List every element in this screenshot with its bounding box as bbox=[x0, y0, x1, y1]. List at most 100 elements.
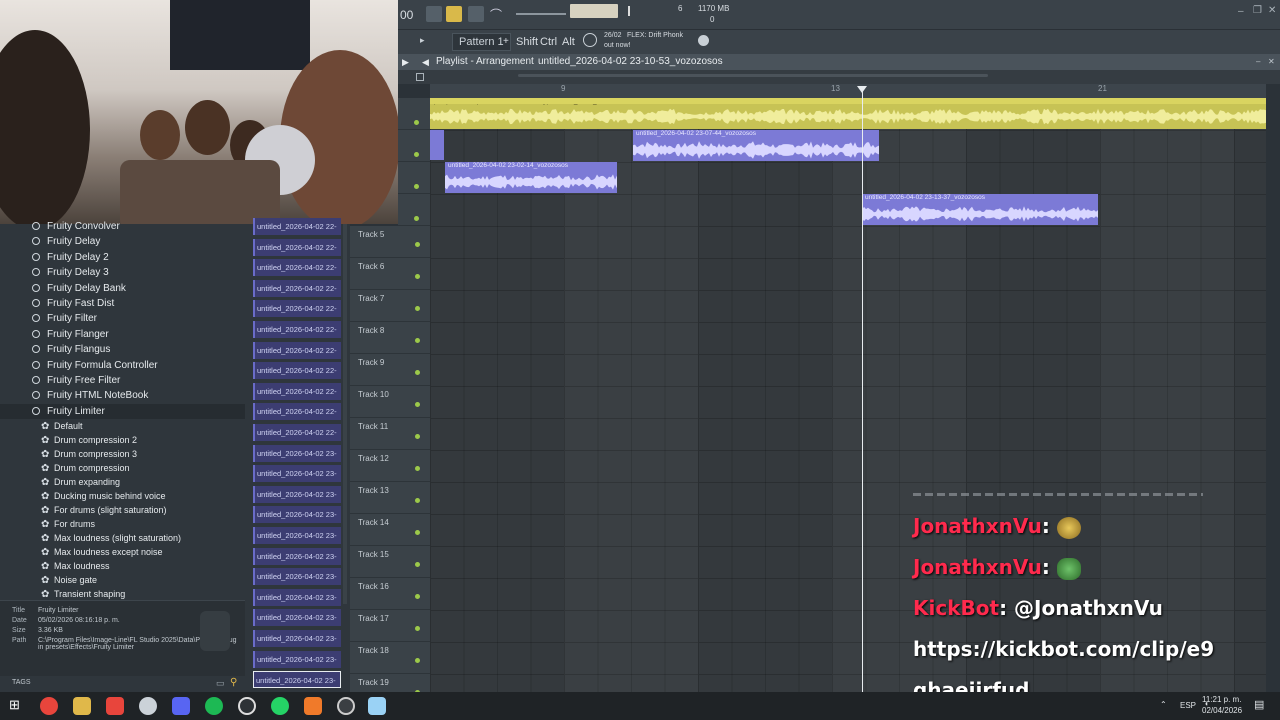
news-title[interactable]: FLEX: Drift Phonk bbox=[627, 32, 683, 39]
ctrl-key-button[interactable]: Ctrl bbox=[540, 36, 557, 48]
clip-source-item[interactable]: untitled_2026-04-02 23- bbox=[253, 527, 341, 544]
browser-plugin-item[interactable]: Fruity Convolver bbox=[0, 219, 245, 234]
browser-plugin-item[interactable]: Fruity Flangus bbox=[0, 342, 245, 357]
track-mute-led[interactable] bbox=[415, 562, 420, 567]
clip-source-item[interactable]: untitled_2026-04-02 22- bbox=[253, 382, 341, 400]
browser-plugin-item[interactable]: Fruity Limiter bbox=[0, 403, 245, 419]
clip-source-item[interactable]: untitled_2026-04-02 22- bbox=[253, 300, 341, 318]
browser-preset-item[interactable]: ✿ Ducking music behind voice bbox=[0, 489, 245, 503]
close-button[interactable]: ✕ bbox=[1268, 5, 1276, 16]
whatsapp-icon[interactable] bbox=[271, 697, 289, 715]
browser-preset-item[interactable]: ✿ Default bbox=[0, 419, 245, 433]
browser-preset-item[interactable]: ✿ For drums bbox=[0, 517, 245, 531]
track-mute-led[interactable] bbox=[415, 242, 420, 247]
browser-preset-item[interactable]: ✿ Max loudness (slight saturation) bbox=[0, 531, 245, 545]
browser-plugin-item[interactable]: Fruity Filter bbox=[0, 311, 245, 326]
tray-chevron-icon[interactable]: ⌃ bbox=[1160, 700, 1167, 709]
discord-icon[interactable] bbox=[172, 697, 190, 715]
browser-plugin-item[interactable]: Fruity Free Filter bbox=[0, 373, 245, 388]
clip-source-item[interactable]: untitled_2026-04-02 23- bbox=[253, 630, 341, 647]
horizontal-scroll[interactable] bbox=[518, 74, 988, 77]
clock-time[interactable]: 11:21 p. m. bbox=[1202, 695, 1241, 704]
spotify-icon[interactable] bbox=[205, 697, 223, 715]
playlist-menu-icon[interactable]: ▶ bbox=[402, 54, 409, 70]
clip-source-item[interactable]: untitled_2026-04-02 22- bbox=[253, 403, 341, 421]
clip-source-item[interactable]: untitled_2026-04-02 23- bbox=[253, 547, 341, 565]
clip-source-item[interactable]: untitled_2026-04-02 23- bbox=[253, 485, 341, 503]
fl-studio-icon[interactable] bbox=[304, 697, 322, 715]
track-header[interactable]: Track 6 bbox=[350, 258, 430, 290]
track-header[interactable]: Track 15 bbox=[350, 546, 430, 578]
minimize-button[interactable]: – bbox=[1238, 6, 1244, 17]
clip-source-item[interactable]: untitled_2026-04-02 22- bbox=[253, 424, 341, 441]
track-header[interactable]: Track 8 bbox=[350, 322, 430, 354]
play-icon[interactable]: ▸ bbox=[420, 35, 425, 46]
track-header[interactable]: Track 10 bbox=[350, 386, 430, 418]
track-mute-led[interactable] bbox=[415, 306, 420, 311]
typing-keyboard-icon[interactable] bbox=[426, 6, 442, 22]
clip-source-item[interactable]: untitled_2026-04-02 23- bbox=[253, 444, 341, 462]
track-header[interactable]: Track 18 bbox=[350, 642, 430, 674]
track-header[interactable]: Track 16 bbox=[350, 578, 430, 610]
clip-source-item[interactable]: untitled_2026-04-02 23- bbox=[253, 465, 341, 483]
clip-source-item[interactable]: untitled_2026-04-02 23- bbox=[253, 650, 341, 668]
track-mute-led[interactable] bbox=[415, 274, 420, 279]
track-header[interactable]: Track 7 bbox=[350, 290, 430, 322]
add-pattern-icon[interactable]: + bbox=[503, 36, 509, 47]
playlist-options-icon[interactable]: ◀ bbox=[422, 54, 429, 70]
track-header[interactable]: Track 14 bbox=[350, 514, 430, 546]
browser-preset-item[interactable]: ✿ Max loudness bbox=[0, 559, 245, 573]
track-mute-led[interactable] bbox=[415, 370, 420, 375]
clip-source-item[interactable]: untitled_2026-04-02 23- bbox=[253, 506, 341, 524]
browser-preset-item[interactable]: ✿ Drum compression 2 bbox=[0, 433, 245, 447]
clip-source-item[interactable]: untitled_2026-04-02 22- bbox=[253, 218, 341, 235]
restore-button[interactable]: ❐ bbox=[1253, 5, 1262, 16]
playlist-close-button[interactable]: ✕ bbox=[1268, 54, 1275, 70]
shift-key-button[interactable]: Shift bbox=[516, 36, 538, 48]
track-header[interactable]: Track 17 bbox=[350, 610, 430, 642]
chat-username[interactable]: KickBot bbox=[913, 596, 999, 620]
track-header[interactable]: Track 11 bbox=[350, 418, 430, 450]
app-icon[interactable] bbox=[139, 697, 157, 715]
notepad-icon[interactable] bbox=[368, 697, 386, 715]
browser-preset-item[interactable]: ✿ Drum compression 3 bbox=[0, 447, 245, 461]
clip-source-item[interactable]: untitled_2026-04-02 22- bbox=[253, 279, 341, 297]
track-mute-led[interactable] bbox=[415, 530, 420, 535]
language-indicator[interactable]: ESP bbox=[1180, 701, 1196, 710]
timeline-ruler[interactable]: 9 13 21 bbox=[430, 84, 1266, 98]
track-header-3[interactable] bbox=[398, 162, 430, 194]
track-mute-led[interactable] bbox=[415, 338, 420, 343]
chat-username[interactable]: JonathxnVu bbox=[913, 555, 1042, 579]
track-mute-led[interactable] bbox=[415, 594, 420, 599]
pattern-selector[interactable]: Pattern 1 bbox=[452, 33, 511, 51]
audio-clip-voice-1[interactable]: untitled_2026-04-02 23-07-44_vozozosos bbox=[633, 130, 879, 161]
clip-source-item[interactable]: untitled_2026-04-02 23- bbox=[253, 588, 341, 606]
search-icon[interactable]: ⚲ bbox=[230, 677, 237, 688]
app-icon-2[interactable] bbox=[337, 697, 355, 715]
browser-preset-item[interactable]: ✿ Drum expanding bbox=[0, 475, 245, 489]
wait-record-icon[interactable] bbox=[468, 6, 484, 22]
clock-date[interactable]: 02/04/2026 bbox=[1202, 706, 1242, 715]
clip-source-item[interactable]: untitled_2026-04-02 22- bbox=[253, 341, 341, 359]
audio-clip-voice-stub[interactable] bbox=[430, 130, 444, 160]
clip-source-item[interactable]: untitled_2026-04-02 22- bbox=[253, 362, 341, 380]
browser-preset-item[interactable]: ✿ Max loudness except noise bbox=[0, 545, 245, 559]
browser-plugin-item[interactable]: Fruity Fast Dist bbox=[0, 296, 245, 311]
alt-key-button[interactable]: Alt bbox=[562, 36, 575, 48]
chrome-icon[interactable] bbox=[40, 697, 58, 715]
browser-preset-item[interactable]: ✿ Noise gate bbox=[0, 573, 245, 587]
master-volume-slider[interactable] bbox=[516, 13, 566, 15]
clip-source-item[interactable]: untitled_2026-04-02 22- bbox=[253, 238, 341, 256]
playlist-minimize-button[interactable]: – bbox=[1256, 54, 1260, 70]
folder-icon[interactable]: ▭ bbox=[216, 678, 225, 689]
clip-source-item[interactable]: untitled_2026-04-02 22- bbox=[253, 321, 341, 338]
audio-clip-voice-2[interactable]: untitled_2026-04-02 23-02-14_vozozosos bbox=[445, 162, 617, 193]
track-header[interactable]: Track 9 bbox=[350, 354, 430, 386]
playhead-marker[interactable] bbox=[857, 86, 867, 93]
audio-clip-beat[interactable]: (free) cluster + pabloxo + 1millionusd t… bbox=[430, 98, 1266, 129]
track-header-2[interactable] bbox=[398, 130, 430, 162]
chat-username[interactable]: JonathxnVu bbox=[913, 514, 1042, 538]
track-header[interactable]: Track 13 bbox=[350, 482, 430, 514]
file-explorer-icon[interactable] bbox=[73, 697, 91, 715]
track-mute-led[interactable] bbox=[415, 626, 420, 631]
